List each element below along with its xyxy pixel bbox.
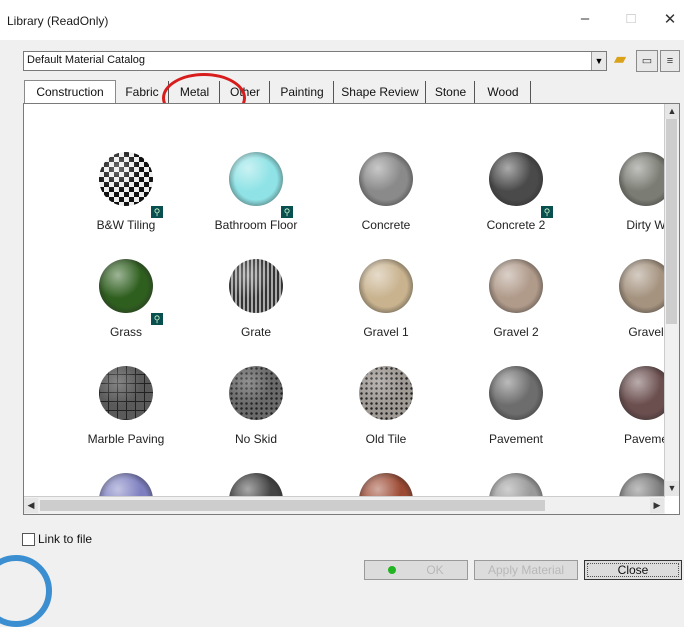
link-to-file-checkbox[interactable]	[22, 533, 35, 546]
link-to-file-label: Link to file	[38, 532, 93, 546]
material-sphere-icon	[489, 473, 543, 496]
list-view-icon[interactable]: ≡	[660, 50, 680, 72]
shared-material-icon: ⚲	[541, 206, 553, 218]
material-label: B&W Tiling	[96, 218, 156, 232]
tab-fabric[interactable]: Fabric	[116, 81, 169, 103]
material-item[interactable]: Gravel 2	[451, 259, 581, 339]
material-sphere-icon: ⚲	[229, 152, 293, 218]
material-label: Gravel	[628, 325, 664, 339]
material-sphere-icon	[489, 366, 543, 420]
material-item[interactable]: Gravel	[581, 259, 665, 339]
material-label: Gravel 1	[363, 325, 409, 339]
material-sphere-icon	[229, 259, 283, 313]
close-button[interactable]: Close	[584, 560, 682, 580]
tab-construction[interactable]: Construction	[24, 80, 116, 105]
material-label: Concrete 2	[486, 218, 546, 232]
ok-button[interactable]: OK	[364, 560, 468, 580]
scroll-left-icon[interactable]: ◀	[24, 498, 38, 513]
shared-material-icon: ⚲	[281, 206, 293, 218]
horizontal-scroll-thumb[interactable]	[40, 500, 545, 511]
material-sphere-icon	[359, 152, 413, 206]
material-item[interactable]: No Skid	[191, 366, 321, 446]
material-item[interactable]	[61, 473, 191, 496]
material-label: Grate	[240, 325, 271, 339]
material-sphere-icon: ⚲	[99, 152, 163, 218]
material-item[interactable]: ⚲ Bathroom Floor	[191, 152, 321, 232]
material-item[interactable]: ⚲ Grass	[61, 259, 191, 339]
horizontal-scrollbar[interactable]: ◀ ▶	[24, 496, 665, 514]
material-sphere-icon: ⚲	[99, 259, 163, 325]
material-item[interactable]: Dirty W	[581, 152, 665, 232]
maximize-button[interactable]: □	[619, 10, 643, 34]
shared-material-icon: ⚲	[151, 206, 163, 218]
status-indicator-icon	[388, 566, 397, 574]
title-bar: Library (ReadOnly) – □ ✕	[0, 0, 684, 40]
tab-wood[interactable]: Wood	[476, 81, 531, 103]
material-label: Old Tile	[365, 432, 407, 446]
catalog-selected-value: Default Material Catalog	[27, 54, 146, 66]
material-sphere-icon	[229, 366, 283, 420]
material-item[interactable]	[451, 473, 581, 496]
material-label: Marble Paving	[87, 432, 165, 446]
material-label: Paveme	[623, 432, 665, 446]
vertical-scroll-thumb[interactable]	[666, 119, 677, 324]
material-item[interactable]: Pavement	[451, 366, 581, 446]
tab-stone[interactable]: Stone	[427, 81, 475, 103]
material-label: Bathroom Floor	[214, 218, 298, 232]
material-gallery: ⚲ B&W Tiling ⚲ Bathroom Floor Concrete ⚲ Concr…	[23, 103, 680, 515]
material-item[interactable]: Grate	[191, 259, 321, 339]
material-label: Concrete	[361, 218, 411, 232]
material-sphere-icon	[359, 259, 413, 313]
material-sphere-icon	[359, 366, 413, 420]
scroll-right-icon[interactable]: ▶	[650, 498, 664, 513]
material-item[interactable]: Paveme	[581, 366, 665, 446]
material-item[interactable]: Marble Paving	[61, 366, 191, 446]
shared-material-icon: ⚲	[151, 313, 163, 325]
material-label: No Skid	[234, 432, 278, 446]
material-sphere-icon	[359, 473, 413, 496]
tab-painting[interactable]: Painting	[271, 81, 334, 103]
material-item[interactable]: ⚲ B&W Tiling	[61, 152, 191, 232]
material-label: Dirty W	[626, 218, 665, 232]
material-item[interactable]	[191, 473, 321, 496]
scroll-up-icon[interactable]: ▲	[665, 104, 679, 119]
material-grid: ⚲ B&W Tiling ⚲ Bathroom Floor Concrete ⚲ Concr…	[24, 104, 665, 496]
open-folder-icon[interactable]: ▰	[610, 50, 630, 70]
chevron-down-icon[interactable]: ▼	[591, 52, 606, 70]
minimize-button[interactable]: –	[573, 10, 597, 34]
ok-button-label: OK	[426, 563, 444, 577]
scroll-down-icon[interactable]: ▼	[665, 481, 679, 496]
material-sphere-icon	[619, 259, 665, 313]
material-item[interactable]	[581, 473, 665, 496]
material-item[interactable]: ⚲ Concrete 2	[451, 152, 581, 232]
material-sphere-icon	[619, 152, 665, 206]
material-sphere-icon	[99, 473, 153, 496]
material-sphere-icon	[99, 366, 153, 420]
vertical-scrollbar[interactable]: ▲ ▼	[664, 104, 679, 496]
material-sphere-icon	[619, 366, 665, 420]
material-label: Gravel 2	[493, 325, 539, 339]
material-item[interactable]: Concrete	[321, 152, 451, 232]
tab-shape-review[interactable]: Shape Review	[335, 81, 426, 103]
large-icons-view-icon[interactable]: ▭	[636, 50, 658, 72]
material-item[interactable]: Gravel 1	[321, 259, 451, 339]
material-sphere-icon	[229, 473, 283, 496]
catalog-dropdown[interactable]: Default Material Catalog ▼	[23, 51, 607, 71]
material-label: Grass	[109, 325, 142, 339]
material-sphere-icon	[489, 259, 543, 313]
material-label: Pavement	[488, 432, 544, 446]
material-sphere-icon	[619, 473, 665, 496]
apply-material-button[interactable]: Apply Material	[474, 560, 578, 580]
material-item[interactable]	[321, 473, 451, 496]
window-title: Library (ReadOnly)	[7, 14, 109, 28]
material-sphere-icon: ⚲	[489, 152, 553, 218]
material-item[interactable]: Old Tile	[321, 366, 451, 446]
background-logo-fragment	[0, 555, 52, 627]
close-window-button[interactable]: ✕	[658, 10, 682, 34]
